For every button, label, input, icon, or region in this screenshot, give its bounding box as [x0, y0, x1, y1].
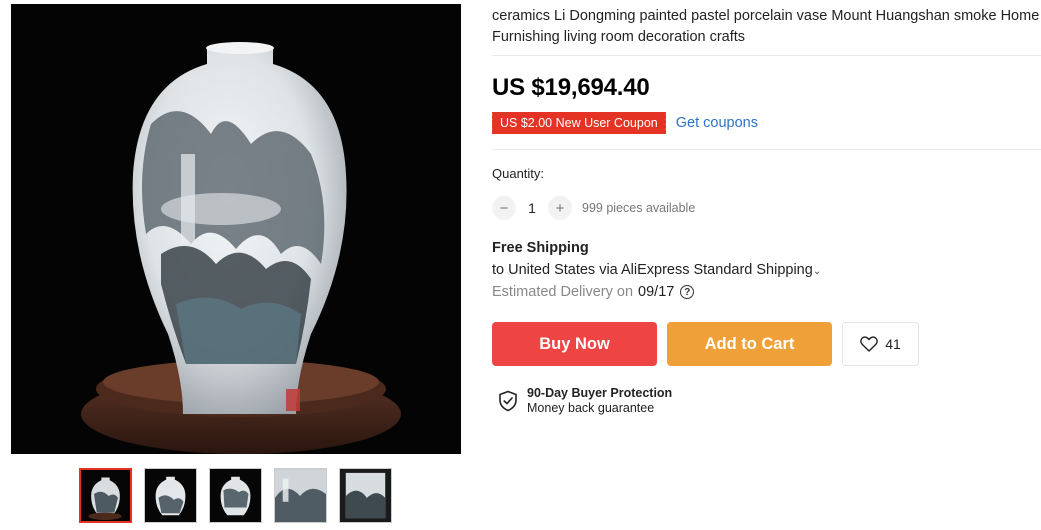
product-title: ceramics Li Dongming painted pastel porc…	[492, 8, 1040, 45]
get-coupons-link[interactable]: Get coupons	[676, 115, 758, 131]
purchase-actions: Buy Now Add to Cart 41	[492, 322, 1041, 366]
thumbnail-4[interactable]	[274, 468, 327, 523]
thumbnail-vase-image	[145, 469, 196, 522]
delivery-label: Estimated Delivery on	[492, 284, 634, 300]
shipping-title: Free Shipping	[492, 240, 589, 256]
buyer-protection-subtitle: Money back guarantee	[527, 401, 655, 415]
divider	[492, 55, 1041, 56]
quantity-stepper: − 1 + 999 pieces available	[492, 196, 1041, 220]
product-price: US $19,694.40	[492, 74, 650, 101]
buyer-protection-title: 90-Day Buyer Protection	[527, 386, 673, 400]
buyer-protection: 90-Day Buyer Protection Money back guara…	[498, 386, 1041, 416]
divider	[492, 149, 1041, 150]
delivery-date: 09/17	[638, 284, 675, 300]
shield-check-icon	[499, 390, 517, 412]
thumbnail-2[interactable]	[144, 468, 197, 523]
coupon-row: US $2.00 New User Coupon Get coupons	[490, 111, 1041, 135]
heart-icon	[860, 336, 879, 352]
wishlist-button[interactable]: 41	[842, 322, 919, 366]
thumbnail-detail-image	[340, 469, 391, 522]
product-main-image[interactable]	[11, 4, 461, 454]
thumbnail-3[interactable]	[209, 468, 262, 523]
increase-quantity-button[interactable]: +	[548, 196, 572, 220]
vase-illustration	[11, 4, 461, 454]
thumbnail-strip	[79, 468, 392, 523]
thumbnail-vase-image	[210, 469, 261, 522]
pieces-available: 999 pieces available	[582, 201, 696, 215]
thumbnail-detail-image	[275, 469, 326, 522]
shipping-method-selector[interactable]: to United States via AliExpress Standard…	[492, 262, 1041, 278]
add-to-cart-button[interactable]: Add to Cart	[667, 322, 832, 366]
decrease-quantity-button[interactable]: −	[492, 196, 516, 220]
shipping-method-text: to United States via AliExpress Standard…	[492, 262, 813, 278]
thumbnail-1[interactable]	[79, 468, 132, 523]
product-info-panel: ceramics Li Dongming painted pastel porc…	[490, 0, 1041, 416]
buy-now-button[interactable]: Buy Now	[492, 322, 657, 366]
thumbnail-vase-image	[81, 470, 130, 521]
chevron-down-icon: ⌄	[812, 266, 822, 277]
thumbnail-5[interactable]	[339, 468, 392, 523]
new-user-coupon-badge[interactable]: US $2.00 New User Coupon	[490, 112, 668, 134]
estimated-delivery: Estimated Delivery on 09/17 ?	[492, 284, 1041, 300]
wishlist-count: 41	[885, 336, 901, 352]
quantity-label: Quantity:	[492, 166, 545, 181]
quantity-value[interactable]: 1	[516, 200, 548, 216]
help-icon[interactable]: ?	[680, 285, 695, 299]
